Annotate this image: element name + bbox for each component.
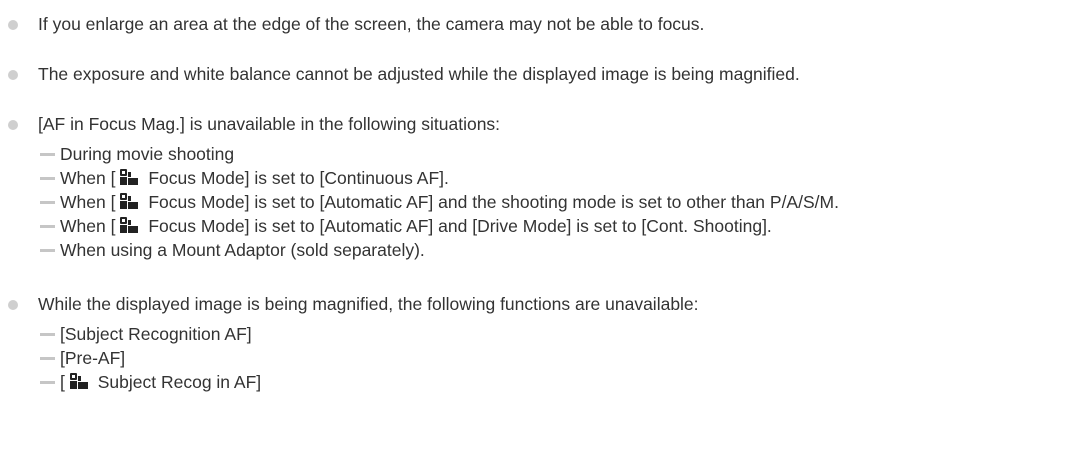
dash-marker <box>40 177 55 180</box>
bullet-dot <box>8 20 18 30</box>
dash-marker <box>40 153 55 156</box>
note-text: [AF in Focus Mag.] is unavailable in the… <box>38 114 501 134</box>
sub-item-text: When [ <box>60 192 116 212</box>
sub-item-text: When [ <box>60 216 116 236</box>
note-text: If you enlarge an area at the edge of th… <box>38 14 705 34</box>
note-text: While the displayed image is being magni… <box>38 294 699 314</box>
dash-marker <box>40 333 55 336</box>
sub-item-text: [Pre-AF] <box>60 348 126 368</box>
bullet-dot <box>8 70 18 80</box>
sub-item-text: When using a Mount Adaptor (sold separat… <box>60 240 425 260</box>
sub-item-text: When [ <box>60 168 116 188</box>
sub-item-text: Focus Mode] is set to [Automatic AF] and… <box>143 216 772 236</box>
dash-marker <box>40 357 55 360</box>
sub-item-text: During movie shooting <box>60 144 235 164</box>
bullet-dot <box>8 120 18 130</box>
sub-item-text: [Subject Recognition AF] <box>60 324 252 344</box>
dash-marker <box>40 381 55 384</box>
bullet-dot <box>8 300 18 310</box>
dash-marker <box>40 249 55 252</box>
camera-photo-icon <box>120 169 139 185</box>
sub-item-text: Subject Recog in AF] <box>92 372 262 392</box>
camera-photo-icon <box>69 373 88 389</box>
camera-photo-icon <box>120 193 139 209</box>
sub-item-text: Focus Mode] is set to [Automatic AF] and… <box>143 192 839 212</box>
camera-photo-icon <box>120 217 139 233</box>
sub-item-text: [ <box>60 372 65 392</box>
note-text: The exposure and white balance cannot be… <box>38 64 800 84</box>
sub-item-text: Focus Mode] is set to [Continuous AF]. <box>143 168 449 188</box>
dash-marker <box>40 201 55 204</box>
dash-marker <box>40 225 55 228</box>
